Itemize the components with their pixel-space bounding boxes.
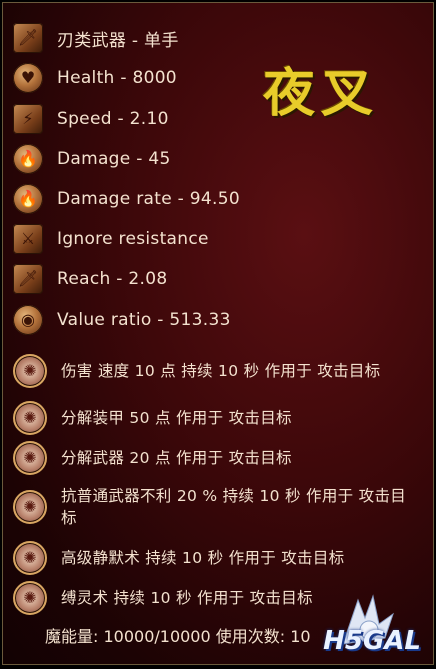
rune-icon: ✺ [13, 441, 47, 475]
stat-label: Health - 8000 [57, 68, 177, 88]
rune-icon: ✺ [13, 490, 47, 524]
stat-row-value-ratio: ◉ Value ratio - 513.33 [13, 303, 231, 337]
stat-label: Damage - 45 [57, 149, 171, 169]
stat-row-reach: 🗡 Reach - 2.08 [13, 262, 167, 296]
stat-row-damage: 🔥 Damage - 45 [13, 142, 171, 176]
flame-icon: 🔥 [13, 144, 43, 174]
stat-label: Speed - 2.10 [57, 109, 169, 129]
effect-label: 抗普通武器不利 20 % 持续 10 秒 作用于 攻击目标 [61, 487, 407, 527]
lightning-icon: ⚡ [13, 104, 43, 134]
effect-row-silence: ✺ 高级静默术 持续 10 秒 作用于 攻击目标 [13, 541, 344, 575]
value-icon: ◉ [13, 305, 43, 335]
stat-row-weapon-type: 🗡 刃类武器 - 单手 [13, 21, 179, 55]
rune-icon: ✺ [13, 354, 47, 388]
rune-icon: ✺ [13, 541, 47, 575]
heart-icon: ♥ [13, 63, 43, 93]
stat-row-damage-rate: 🔥 Damage rate - 94.50 [13, 182, 240, 216]
stat-row-ignore-resistance: ⚔ Ignore resistance [13, 222, 209, 256]
flame-rate-icon: 🔥 [13, 184, 43, 214]
item-tooltip-panel: 夜叉 🗡 刃类武器 - 单手 ♥ Health - 8000 ⚡ Speed -… [2, 2, 434, 665]
effect-label: 分解装甲 50 点 作用于 攻击目标 [61, 409, 292, 427]
stat-label: Reach - 2.08 [57, 269, 168, 289]
effect-label: 高级静默术 持续 10 秒 作用于 攻击目标 [61, 549, 345, 567]
effect-row-weakness-normal-weapons: ✺ 抗普通武器不利 20 % 持续 10 秒 作用于 攻击目标 [13, 485, 413, 529]
stat-row-speed: ⚡ Speed - 2.10 [13, 102, 169, 136]
effect-row-disintegrate-armor: ✺ 分解装甲 50 点 作用于 攻击目标 [13, 401, 292, 435]
item-name-title: 夜叉 [262, 63, 379, 124]
rune-icon: ✺ [13, 581, 47, 615]
effect-row-soultrap: ✺ 缚灵术 持续 10 秒 作用于 攻击目标 [13, 581, 313, 615]
rune-icon: ✺ [13, 401, 47, 435]
effect-label: 缚灵术 持续 10 秒 作用于 攻击目标 [61, 589, 313, 607]
reach-sword-icon: 🗡 [13, 264, 43, 294]
stat-label: 刃类武器 - 单手 [57, 30, 179, 51]
effect-row-damage-speed: ✺ 伤害 速度 10 点 持续 10 秒 作用于 攻击目标 [13, 349, 413, 393]
stat-label: Value ratio - 513.33 [57, 310, 231, 330]
watermark-text: H5GAL [323, 626, 421, 656]
stat-row-health: ♥ Health - 8000 [13, 61, 177, 95]
crossed-weapons-icon: ⚔ [13, 224, 43, 254]
effect-label: 伤害 速度 10 点 持续 10 秒 作用于 攻击目标 [61, 362, 381, 380]
charge-and-uses-text: 魔能量: 10000/10000 使用次数: 10 [45, 627, 311, 646]
effect-row-disintegrate-weapon: ✺ 分解武器 20 点 作用于 攻击目标 [13, 441, 292, 475]
stat-label: Damage rate - 94.50 [57, 189, 240, 209]
sword-icon: 🗡 [13, 23, 43, 53]
stat-label: Ignore resistance [57, 229, 209, 249]
effect-label: 分解武器 20 点 作用于 攻击目标 [61, 449, 292, 467]
